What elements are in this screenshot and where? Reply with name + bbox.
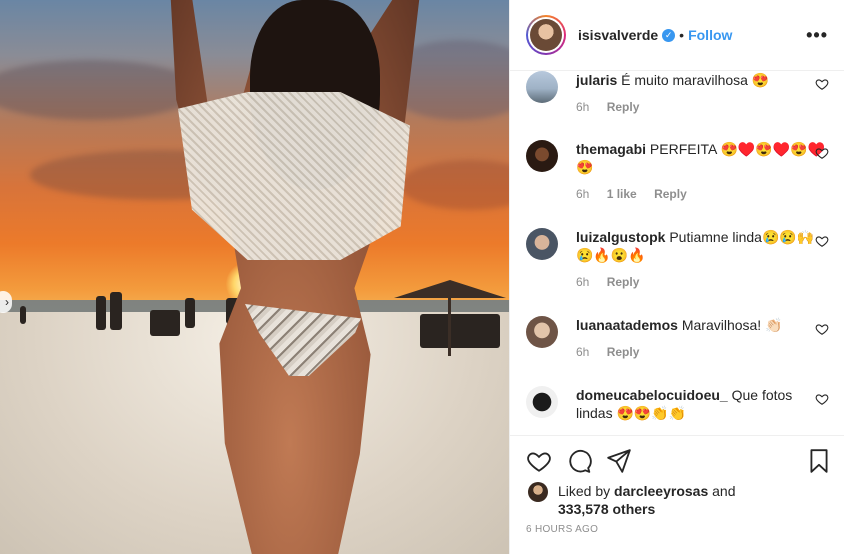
comment-username[interactable]: luanaatademos — [576, 317, 678, 333]
post-header: isisvalverde ✓ • Follow ••• — [510, 0, 844, 71]
post-actions: Liked by darcleeyrosas and 333,578 other… — [510, 435, 844, 554]
reply-button[interactable]: Reply — [607, 275, 640, 289]
comment-text-line: luanaatademos Maravilhosa! 👏🏻 — [576, 316, 829, 334]
comment-body: themagabi PERFEITA 😍♥️😍♥️😍♥️😍 6h 1 like … — [576, 140, 829, 203]
comment-meta: 6h Reply — [576, 98, 829, 116]
comment-time: 6h — [576, 187, 590, 201]
action-bar — [526, 448, 829, 474]
beachgoer — [110, 292, 122, 330]
comment-item: jularis É muito maravilhosa 😍 6h Reply — [526, 71, 829, 116]
comment-time: 6h — [576, 345, 590, 359]
comment-body: domeucabelocuidoeu_ Que fotos lindas 😍😍👏… — [576, 386, 829, 422]
liked-by-row: Liked by darcleeyrosas and 333,578 other… — [528, 482, 828, 518]
comment-username[interactable]: jularis — [576, 72, 617, 88]
reply-button[interactable]: Reply — [607, 345, 640, 359]
comment-like-heart-icon[interactable] — [815, 77, 829, 91]
share-icon[interactable] — [606, 448, 632, 474]
comment-username[interactable]: domeucabelocuidoeu_ — [576, 387, 728, 403]
beachgoer — [150, 310, 180, 336]
verified-badge-icon: ✓ — [662, 28, 676, 42]
comment-like-heart-icon[interactable] — [815, 234, 829, 248]
comment-icon[interactable] — [566, 448, 592, 474]
liked-by-and: and — [712, 483, 736, 499]
avatar[interactable] — [526, 316, 558, 348]
comment-text: É muito maravilhosa 😍 — [621, 72, 770, 88]
beach-chairs — [420, 314, 500, 348]
comment-text-line: luizalgustopk Putiamne linda😢😢🙌😢🔥😮🔥 — [576, 228, 829, 264]
more-options-icon[interactable]: ••• — [806, 25, 828, 46]
heart-icon[interactable] — [526, 448, 552, 474]
comment-item: luizalgustopk Putiamne linda😢😢🙌😢🔥😮🔥 6h R… — [526, 228, 829, 291]
separator-dot: • — [679, 27, 685, 43]
beachgoer — [96, 296, 106, 330]
username[interactable]: isisvalverde — [578, 27, 658, 43]
avatar[interactable] — [528, 482, 548, 502]
bookmark-icon[interactable] — [806, 448, 832, 474]
comment-item: themagabi PERFEITA 😍♥️😍♥️😍♥️😍 6h 1 like … — [526, 140, 829, 203]
knit-top — [178, 92, 410, 260]
reply-button[interactable]: Reply — [607, 100, 640, 114]
comment-meta: 6h Reply — [576, 343, 829, 361]
comment-like-count[interactable]: 1 like — [607, 187, 637, 201]
avatar — [530, 19, 562, 51]
beachgoer — [185, 298, 195, 328]
likes-count[interactable]: 333,578 others — [558, 501, 655, 517]
avatar[interactable] — [526, 386, 558, 418]
comment-like-heart-icon[interactable] — [815, 146, 829, 160]
post-photo[interactable]: › — [0, 0, 509, 554]
comment-text-line: domeucabelocuidoeu_ Que fotos lindas 😍😍👏… — [576, 386, 829, 422]
comment-text-line: themagabi PERFEITA 😍♥️😍♥️😍♥️😍 — [576, 140, 829, 176]
avatar[interactable] — [526, 140, 558, 172]
beachgoer — [20, 306, 26, 324]
comments-list[interactable]: jularis É muito maravilhosa 😍 6h Reply t… — [510, 71, 844, 435]
avatar-frame — [528, 17, 564, 53]
liked-by-text: Liked by darcleeyrosas and 333,578 other… — [558, 482, 735, 518]
comment-meta: 6h Reply — [576, 273, 829, 291]
comment-time: 6h — [576, 275, 590, 289]
cloud — [400, 160, 509, 210]
cloud — [0, 60, 200, 120]
avatar[interactable] — [526, 228, 558, 260]
comment-body: jularis É muito maravilhosa 😍 6h Reply — [576, 71, 829, 116]
liked-by-user[interactable]: darcleeyrosas — [614, 483, 708, 499]
comment-like-heart-icon[interactable] — [815, 392, 829, 406]
comment-item: domeucabelocuidoeu_ Que fotos lindas 😍😍👏… — [526, 386, 829, 422]
comment-time: 6h — [576, 100, 590, 114]
umbrella-pole — [448, 296, 451, 356]
comment-item: luanaatademos Maravilhosa! 👏🏻 6h Reply — [526, 316, 829, 361]
avatar-story-ring[interactable] — [526, 15, 566, 55]
post-timestamp[interactable]: 6 HOURS AGO — [526, 524, 598, 535]
post-sidebar: isisvalverde ✓ • Follow ••• jularis É mu… — [509, 0, 844, 554]
comment-meta: 6h 1 like Reply — [576, 185, 829, 203]
comment-username[interactable]: luizalgustopk — [576, 229, 665, 245]
comment-body: luanaatademos Maravilhosa! 👏🏻 6h Reply — [576, 316, 829, 361]
follow-button[interactable]: Follow — [688, 27, 732, 43]
liked-by-prefix: Liked by — [558, 483, 611, 499]
comment-text-line: jularis É muito maravilhosa 😍 — [576, 71, 829, 89]
comment-text: Maravilhosa! 👏🏻 — [681, 317, 783, 333]
comment-like-heart-icon[interactable] — [815, 322, 829, 336]
comment-body: luizalgustopk Putiamne linda😢😢🙌😢🔥😮🔥 6h R… — [576, 228, 829, 291]
reply-button[interactable]: Reply — [654, 187, 687, 201]
comment-username[interactable]: themagabi — [576, 141, 646, 157]
avatar[interactable] — [526, 71, 558, 103]
